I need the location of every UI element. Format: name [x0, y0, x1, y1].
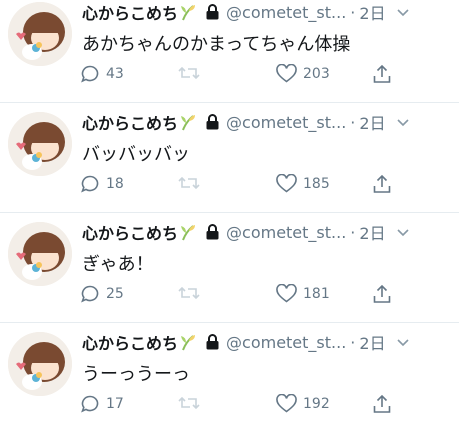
tweet[interactable]: 心からこめち @cometet_st... · 2日 あかちゃんのかまってちゃん…: [0, 0, 459, 101]
avatar[interactable]: [8, 112, 72, 176]
timestamp-dot: ·: [350, 222, 356, 242]
user-handle[interactable]: @cometet_st...: [226, 223, 346, 242]
retweet-button[interactable]: [178, 174, 206, 192]
share-button[interactable]: [372, 174, 398, 194]
tweet-actions: 25 181: [80, 284, 420, 306]
share-icon: [373, 64, 391, 83]
retweet-icon: [178, 396, 200, 410]
retweet-button[interactable]: [178, 284, 206, 302]
heart-icon: [276, 284, 297, 303]
tweet-actions: 43 203: [80, 64, 420, 86]
like-button[interactable]: 181: [276, 284, 330, 303]
tweet-text: あかちゃんのかまってちゃん体操: [82, 34, 351, 55]
reply-count: 43: [106, 66, 124, 82]
like-count: 192: [303, 395, 330, 412]
like-count: 181: [303, 285, 330, 302]
reply-button[interactable]: 25: [80, 284, 124, 304]
share-icon: [373, 174, 391, 193]
tweet-header: 心からこめち @cometet_st... · 2日: [82, 0, 451, 24]
like-button[interactable]: 203: [276, 64, 330, 83]
tweet-text: うーっうーっ: [82, 364, 190, 385]
timestamp[interactable]: 2日: [359, 220, 385, 244]
reply-button[interactable]: 43: [80, 64, 124, 84]
tweet-actions: 17 192: [80, 394, 420, 416]
tweet-text: ぎゃあ！: [82, 254, 154, 275]
retweet-icon: [178, 66, 200, 80]
retweet-button[interactable]: [178, 394, 206, 412]
share-button[interactable]: [372, 64, 398, 84]
reply-count: 25: [106, 286, 124, 302]
sprout-emoji-icon: [181, 335, 196, 351]
timestamp[interactable]: 2日: [359, 110, 385, 134]
avatar[interactable]: [8, 2, 72, 66]
tweet-header: 心からこめち @cometet_st... · 2日: [82, 110, 451, 134]
share-icon: [373, 284, 391, 303]
retweet-icon: [178, 176, 200, 190]
like-count: 185: [303, 175, 330, 192]
reply-icon: [81, 285, 99, 303]
lock-icon: [206, 334, 219, 350]
heart-icon: [276, 174, 297, 193]
tweet[interactable]: 心からこめち @cometet_st... · 2日 バッバッバッ 18 185: [0, 102, 459, 211]
reply-icon: [81, 395, 99, 413]
like-button[interactable]: 185: [276, 174, 330, 193]
user-handle[interactable]: @cometet_st...: [226, 113, 346, 132]
timestamp[interactable]: 2日: [359, 330, 385, 354]
timestamp-dot: ·: [350, 332, 356, 352]
sprout-emoji-icon: [181, 225, 196, 241]
tweet[interactable]: 心からこめち @cometet_st... · 2日 うーっうーっ 17 192: [0, 322, 459, 431]
lock-icon: [206, 224, 219, 240]
user-handle[interactable]: @cometet_st...: [226, 3, 346, 22]
timestamp-dot: ·: [350, 2, 356, 22]
user-handle[interactable]: @cometet_st...: [226, 333, 346, 352]
heart-icon: [276, 64, 297, 83]
share-button[interactable]: [372, 394, 398, 414]
tweet-feed: 心からこめち @cometet_st... · 2日 あかちゃんのかまってちゃん…: [0, 0, 459, 417]
display-name[interactable]: 心からこめち: [82, 330, 178, 354]
sprout-emoji-icon: [181, 5, 196, 21]
tweet-header: 心からこめち @cometet_st... · 2日: [82, 220, 451, 244]
tweet-header: 心からこめち @cometet_st... · 2日: [82, 330, 451, 354]
timestamp[interactable]: 2日: [359, 0, 385, 24]
reply-count: 17: [106, 396, 124, 412]
chevron-down-icon[interactable]: [396, 227, 410, 237]
retweet-button[interactable]: [178, 64, 206, 82]
display-name[interactable]: 心からこめち: [82, 0, 178, 24]
reply-icon: [81, 175, 99, 193]
reply-icon: [81, 65, 99, 83]
display-name[interactable]: 心からこめち: [82, 220, 178, 244]
reply-button[interactable]: 18: [80, 174, 124, 194]
tweet-text: バッバッバッ: [82, 144, 190, 165]
tweet[interactable]: 心からこめち @cometet_st... · 2日 ぎゃあ！ 25 181: [0, 212, 459, 321]
chevron-down-icon[interactable]: [396, 117, 410, 127]
like-button[interactable]: 192: [276, 394, 330, 413]
retweet-icon: [178, 286, 200, 300]
heart-icon: [276, 394, 297, 413]
avatar[interactable]: [8, 332, 72, 396]
chevron-down-icon[interactable]: [396, 7, 410, 17]
sprout-emoji-icon: [181, 115, 196, 131]
lock-icon: [206, 4, 219, 20]
display-name[interactable]: 心からこめち: [82, 110, 178, 134]
chevron-down-icon[interactable]: [396, 337, 410, 347]
share-button[interactable]: [372, 284, 398, 304]
timestamp-dot: ·: [350, 112, 356, 132]
reply-count: 18: [106, 176, 124, 192]
avatar[interactable]: [8, 222, 72, 286]
share-icon: [373, 394, 391, 413]
tweet-actions: 18 185: [80, 174, 420, 196]
like-count: 203: [303, 65, 330, 82]
lock-icon: [206, 114, 219, 130]
reply-button[interactable]: 17: [80, 394, 124, 414]
